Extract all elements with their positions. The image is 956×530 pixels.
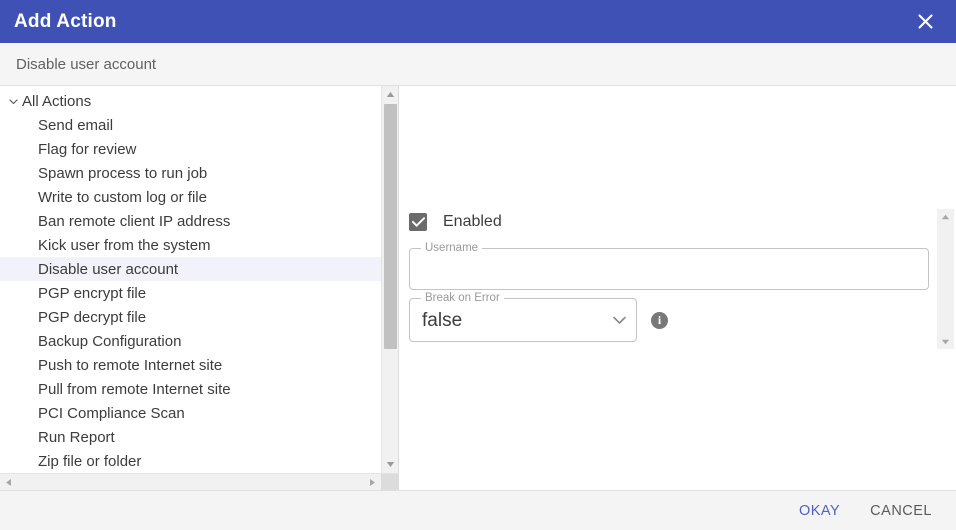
tree-root-all-actions[interactable]: All Actions <box>0 89 381 113</box>
tree-item-label: Send email <box>38 117 113 134</box>
selected-action-name: Disable user account <box>16 56 156 73</box>
enabled-checkbox[interactable] <box>409 213 427 231</box>
tree-item-label: Push to remote Internet site <box>38 357 222 374</box>
break-on-error-row: Break on Error false i <box>409 298 929 342</box>
tree-item[interactable]: Write to custom log or file <box>0 185 381 209</box>
cancel-button[interactable]: CANCEL <box>866 497 936 525</box>
tree-item-label: Backup Configuration <box>38 333 181 350</box>
tree-item-label: PGP encrypt file <box>38 285 146 302</box>
tree-item-label: PGP decrypt file <box>38 309 146 326</box>
dialog-title: Add Action <box>14 12 117 31</box>
dialog-footer: OKAY CANCEL <box>0 490 956 530</box>
break-on-error-field[interactable]: Break on Error false <box>409 298 637 342</box>
chevron-down-icon[interactable] <box>613 316 626 324</box>
close-icon[interactable] <box>910 7 940 37</box>
info-icon[interactable]: i <box>651 312 668 329</box>
scroll-down-arrow-icon[interactable] <box>382 456 398 473</box>
tree-item[interactable]: Backup Configuration <box>0 329 381 353</box>
scroll-up-arrow-icon[interactable] <box>937 209 954 224</box>
enabled-label: Enabled <box>443 213 502 231</box>
dialog-subtitle-bar: Disable user account <box>0 43 956 86</box>
tree-item-label: Spawn process to run job <box>38 165 207 182</box>
scroll-left-arrow-icon[interactable] <box>0 474 17 490</box>
tree-item[interactable]: Kick user from the system <box>0 233 381 257</box>
tree-item-label: Zip file or folder <box>38 453 141 470</box>
add-action-dialog: Add Action Disable user account <box>0 0 956 530</box>
break-on-error-select[interactable]: false <box>410 299 636 341</box>
tree-item-label: PCI Compliance Scan <box>38 405 185 422</box>
scroll-right-arrow-icon[interactable] <box>364 474 381 490</box>
username-label: Username <box>421 242 482 255</box>
tree-item-label: Ban remote client IP address <box>38 213 230 230</box>
tree-root-label: All Actions <box>22 93 91 110</box>
tree-item[interactable]: PGP decrypt file <box>0 305 381 329</box>
tree-item-label: Disable user account <box>38 261 178 278</box>
tree-item[interactable]: PCI Compliance Scan <box>0 401 381 425</box>
tree-vertical-scrollbar[interactable] <box>381 86 398 473</box>
form-vertical-scrollbar[interactable] <box>937 209 954 349</box>
tree-item[interactable]: Push to remote Internet site <box>0 353 381 377</box>
tree-item[interactable]: Flag for review <box>0 137 381 161</box>
dialog-body: All Actions Send email Flag for review Spa… <box>0 86 956 490</box>
break-on-error-value: false <box>422 311 613 330</box>
tree-item[interactable]: Pull from remote Internet site <box>0 377 381 401</box>
tree-item-label: Run Report <box>38 429 115 446</box>
tree-item[interactable]: Zip file or folder <box>0 449 381 473</box>
tree-scrollbar-thumb[interactable] <box>384 104 397 349</box>
dialog-titlebar: Add Action <box>0 0 956 43</box>
scroll-up-arrow-icon[interactable] <box>382 86 398 103</box>
tree-item-label: Flag for review <box>38 141 136 158</box>
tree-item[interactable]: Run Report <box>0 425 381 449</box>
tree-item[interactable]: Disable user account <box>0 257 381 281</box>
actions-tree-panel: All Actions Send email Flag for review Spa… <box>0 86 399 490</box>
actions-tree-scroll-area: All Actions Send email Flag for review Spa… <box>0 86 398 473</box>
tree-horizontal-scrollbar[interactable] <box>0 473 398 490</box>
tree-item-label: Pull from remote Internet site <box>38 381 231 398</box>
break-on-error-outline: Break on Error false <box>409 298 637 342</box>
scrollbar-corner <box>381 474 398 490</box>
actions-tree: All Actions Send email Flag for review Spa… <box>0 86 381 473</box>
tree-item[interactable]: Ban remote client IP address <box>0 209 381 233</box>
tree-item[interactable]: Send email <box>0 113 381 137</box>
tree-item-label: Kick user from the system <box>38 237 211 254</box>
action-settings-panel: Enabled Username Break on Error false <box>399 86 956 490</box>
tree-item-label: Write to custom log or file <box>38 189 207 206</box>
break-on-error-label: Break on Error <box>421 292 504 305</box>
username-field-outline: Username <box>409 248 929 290</box>
okay-button[interactable]: OKAY <box>795 497 844 525</box>
enabled-checkbox-row[interactable]: Enabled <box>409 211 929 233</box>
tree-item[interactable]: PGP encrypt file <box>0 281 381 305</box>
username-input[interactable] <box>410 249 928 289</box>
scroll-down-arrow-icon[interactable] <box>937 334 954 349</box>
username-field[interactable]: Username <box>409 248 929 290</box>
tree-item[interactable]: Spawn process to run job <box>0 161 381 185</box>
chevron-down-icon[interactable] <box>4 96 22 107</box>
action-settings-form: Enabled Username Break on Error false <box>409 211 929 342</box>
